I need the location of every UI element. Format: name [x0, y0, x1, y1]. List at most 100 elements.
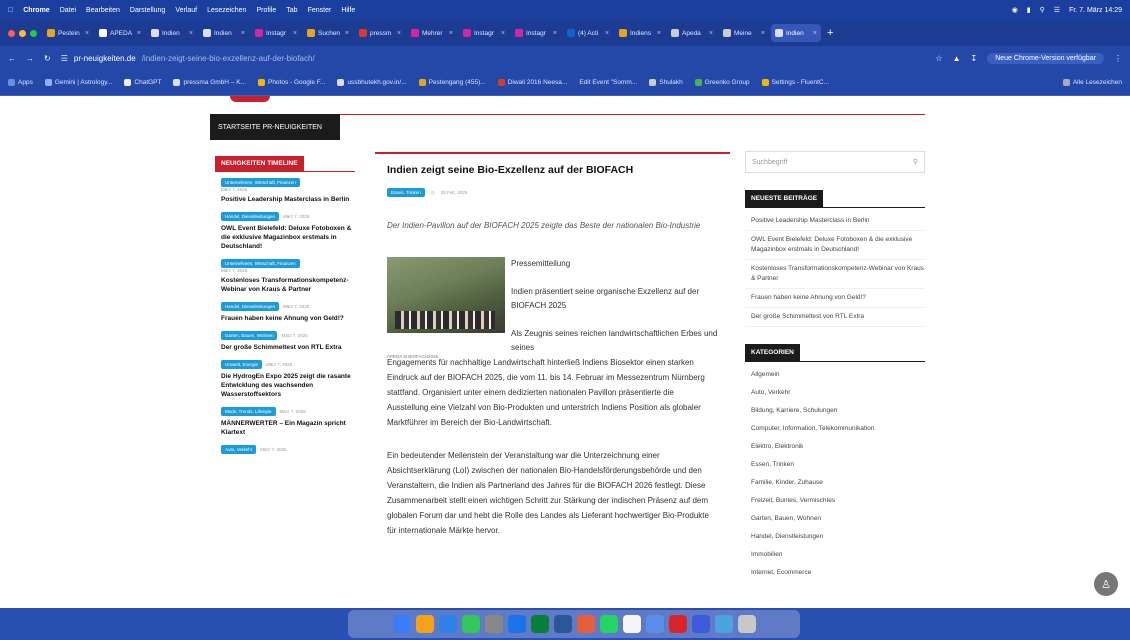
- all-bookmarks[interactable]: Alle Lesezeichen: [1062, 79, 1122, 86]
- menu-item[interactable]: Darstellung: [130, 7, 165, 14]
- back-icon[interactable]: ←: [8, 54, 16, 63]
- chrome-icon[interactable]: [507, 615, 526, 633]
- bookmark[interactable]: Edit Event "Somm...: [579, 79, 637, 86]
- category-badge[interactable]: Handel, Dienstleistungen: [221, 302, 280, 311]
- menu-item[interactable]: Bearbeiten: [86, 7, 120, 14]
- category-badge[interactable]: Handel, Dienstleistungen: [221, 212, 280, 221]
- update-chrome-button[interactable]: Neue Chrome-Version verfügbar: [987, 52, 1104, 64]
- notes-icon[interactable]: [622, 615, 641, 633]
- close-tab-icon[interactable]: ×: [813, 30, 817, 37]
- timeline-title[interactable]: OWL Event Bielefeld: Deluxe Fotoboxen & …: [221, 224, 355, 251]
- timeline-item[interactable]: Handel, Dienstleistungen März 7, 2025 OWL…: [221, 212, 355, 251]
- browser-tab[interactable]: (4) Acti ×: [563, 24, 613, 42]
- menu-item[interactable]: Profile: [256, 7, 276, 14]
- browser-tab[interactable]: Indien ×: [147, 24, 197, 42]
- category-link[interactable]: Bildung, Karriere, Schulungen: [745, 402, 925, 420]
- category-badge[interactable]: Umwelt, Energie: [221, 360, 263, 369]
- browser-tab[interactable]: pressm ×: [355, 24, 405, 42]
- clock[interactable]: Fr. 7. März 14:29: [1069, 7, 1122, 14]
- category-link[interactable]: Internet, Ecommerce: [745, 564, 925, 582]
- recent-post-link[interactable]: Der große Schimmeltest von RTL Extra: [745, 308, 925, 327]
- category-link[interactable]: Allgemein: [745, 366, 925, 384]
- category-link[interactable]: Immobilien: [745, 546, 925, 564]
- whatsapp-icon[interactable]: [599, 615, 618, 633]
- timeline-title[interactable]: MÄNNERWERTER – Ein Magazin spricht Klart…: [221, 419, 355, 437]
- category-link[interactable]: Freizeit, Buntes, Vermischtes: [745, 492, 925, 510]
- bookmark[interactable]: Greenko Group: [694, 79, 750, 86]
- menu-item[interactable]: Fenster: [308, 7, 332, 14]
- site-info-icon[interactable]: ☰: [61, 54, 68, 63]
- zoom-window-button[interactable]: [30, 29, 37, 37]
- category-link[interactable]: Familie, Kinder, Zuhause: [745, 474, 925, 492]
- browser-tab[interactable]: Instagr ×: [511, 24, 561, 42]
- search-box[interactable]: Suchbegriff ⚲: [745, 151, 925, 173]
- close-tab-icon[interactable]: ×: [293, 30, 297, 37]
- downloads-folder-icon[interactable]: [714, 615, 733, 633]
- timeline-title[interactable]: Der große Schimmeltest von RTL Extra: [221, 343, 355, 352]
- download-icon[interactable]: ↧: [971, 54, 978, 63]
- browser-tab[interactable]: Suchen ×: [303, 24, 353, 42]
- messages-icon[interactable]: [461, 615, 480, 633]
- menu-item[interactable]: Verlauf: [175, 7, 197, 14]
- menu-item[interactable]: Tab: [286, 7, 297, 14]
- bookmark[interactable]: Pestengang (455)...: [418, 79, 486, 86]
- bookmark[interactable]: Diwali 2016 Neesa...: [497, 79, 567, 86]
- close-tab-icon[interactable]: ×: [657, 30, 661, 37]
- close-tab-icon[interactable]: ×: [241, 30, 245, 37]
- address-bar[interactable]: ☰ pr-neuigkeiten.de/indien-zeigt-seine-b…: [61, 50, 926, 66]
- apple-icon[interactable]: : [8, 7, 13, 14]
- close-tab-icon[interactable]: ×: [189, 30, 193, 37]
- category-link[interactable]: Garten, Bauen, Wohnen: [745, 510, 925, 528]
- close-tab-icon[interactable]: ×: [397, 30, 401, 37]
- wifi-icon[interactable]: ◉: [1012, 6, 1018, 14]
- recent-post-link[interactable]: OWL Event Bielefeld: Deluxe Fotoboxen & …: [745, 231, 925, 260]
- acrobat-icon[interactable]: [668, 615, 687, 633]
- settings-icon[interactable]: [484, 615, 503, 633]
- bookmark[interactable]: Shulakh: [649, 79, 683, 86]
- article-photo[interactable]: [387, 257, 505, 333]
- close-tab-icon[interactable]: ×: [553, 30, 557, 37]
- close-tab-icon[interactable]: ×: [137, 30, 141, 37]
- nav-home-link[interactable]: STARTSEITE PR-NEUIGKEITEN: [210, 114, 340, 140]
- app-icon[interactable]: [691, 615, 710, 633]
- close-tab-icon[interactable]: ×: [709, 30, 713, 37]
- category-link[interactable]: Elektro, Elektronik: [745, 438, 925, 456]
- bookmark[interactable]: ChatGPT: [124, 79, 161, 86]
- finder-icon[interactable]: [392, 615, 411, 633]
- browser-tab[interactable]: Apeda ×: [667, 24, 717, 42]
- bookmark[interactable]: Apps: [8, 79, 33, 86]
- timeline-title[interactable]: Positive Leadership Masterclass in Berli…: [221, 195, 355, 204]
- mail-icon[interactable]: [645, 615, 664, 633]
- timeline-item[interactable]: Auto, Verkehr März 7, 2025: [221, 445, 355, 454]
- category-badge[interactable]: Mode, Trends, Lifestyle: [221, 407, 276, 416]
- word-icon[interactable]: [553, 615, 572, 633]
- timeline-item[interactable]: Garten, Bauen, Wohnen März 7, 2025 Der gr…: [221, 331, 355, 352]
- category-badge[interactable]: Essen, Trinken: [387, 188, 425, 197]
- category-link[interactable]: Essen, Trinken: [745, 456, 925, 474]
- bookmark[interactable]: pressma GmbH – K...: [173, 79, 246, 86]
- search-icon[interactable]: ⚲: [913, 158, 918, 166]
- powerpoint-icon[interactable]: [576, 615, 595, 633]
- menu-app[interactable]: Chrome: [23, 7, 49, 14]
- browser-tab[interactable]: Pestein ×: [43, 24, 93, 42]
- launchpad-icon[interactable]: [415, 615, 434, 633]
- bookmark[interactable]: Settings - FluentC...: [761, 79, 829, 86]
- site-logo[interactable]: [210, 96, 390, 106]
- browser-tab[interactable]: Instagr ×: [251, 24, 301, 42]
- bookmark[interactable]: Photos - Google F...: [257, 79, 325, 86]
- more-menu-icon[interactable]: ⋮: [1114, 54, 1122, 63]
- timeline-item[interactable]: Umwelt, Energie März 7, 2025 Die HydrogEn…: [221, 360, 355, 399]
- timeline-title[interactable]: Die HydrogEn Expo 2025 zeigt die rasante…: [221, 372, 355, 399]
- timeline-title[interactable]: Kostenloses Transformationskompetenz-Web…: [221, 276, 355, 294]
- battery-icon[interactable]: ▮: [1027, 6, 1031, 14]
- timeline-item[interactable]: Unternehmen, Wirtschaft, Finanzen März 7…: [221, 259, 355, 294]
- menu-item[interactable]: Datei: [60, 7, 76, 14]
- browser-tab[interactable]: Indiens ×: [615, 24, 665, 42]
- close-tab-icon[interactable]: ×: [345, 30, 349, 37]
- accessibility-icon[interactable]: ♙: [1094, 572, 1118, 596]
- trash-icon[interactable]: [737, 615, 756, 633]
- minimize-window-button[interactable]: [19, 29, 26, 37]
- browser-tab-active[interactable]: Indien ×: [771, 24, 821, 42]
- close-tab-icon[interactable]: ×: [605, 30, 609, 37]
- category-link[interactable]: Auto, Verkehr: [745, 384, 925, 402]
